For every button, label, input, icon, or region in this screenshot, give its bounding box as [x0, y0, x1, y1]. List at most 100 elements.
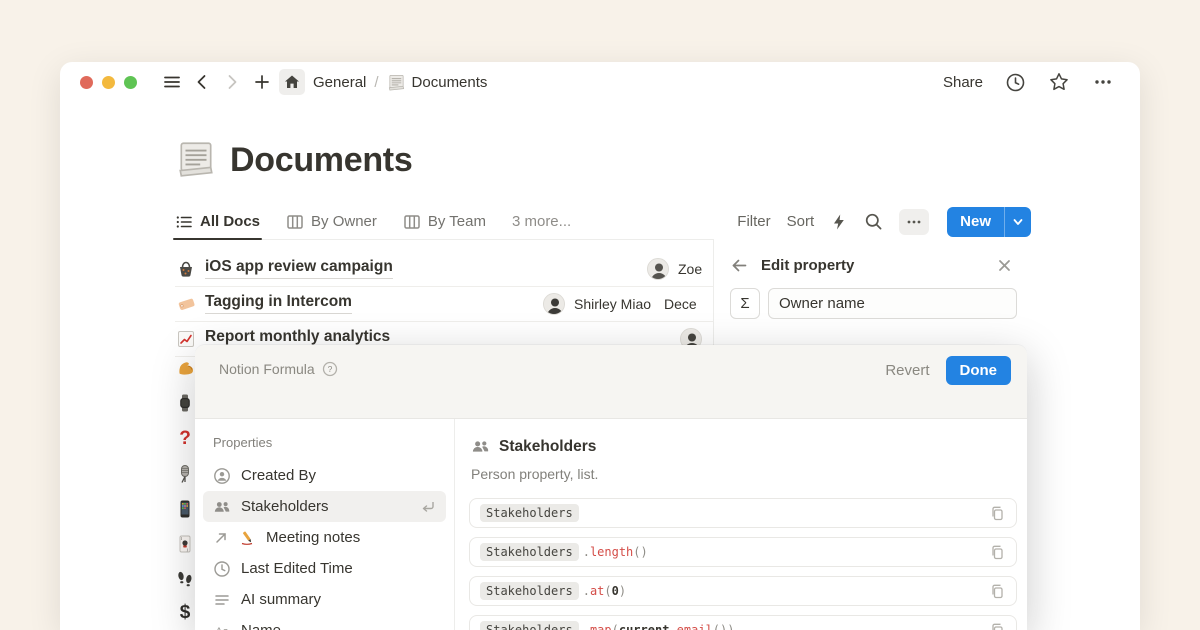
back-icon[interactable] [189, 69, 215, 95]
property-label: AI summary [241, 591, 321, 608]
view-options-button[interactable] [899, 209, 929, 235]
copy-icon[interactable] [989, 583, 1006, 600]
traffic-lights [80, 76, 137, 89]
share-button[interactable]: Share [943, 74, 983, 91]
property-item-ai-summary[interactable]: AI summary [203, 584, 446, 615]
row-title[interactable]: Tagging in Intercom [205, 293, 352, 314]
sort-button[interactable]: Sort [787, 213, 815, 230]
home-icon[interactable] [279, 69, 305, 95]
breadcrumb-section[interactable]: General [313, 74, 366, 91]
code-segment: . [583, 623, 590, 630]
close-icon[interactable] [996, 257, 1013, 274]
list-view-icon [175, 213, 193, 231]
window-chrome: General / Documents Share [60, 62, 1140, 102]
tab-by-owner[interactable]: By Owner [286, 204, 377, 239]
formula-examples: Stakeholders Stakeholders.length() Stake… [469, 498, 1017, 630]
arrow-up-right-icon [213, 530, 229, 546]
page-title[interactable]: Documents [230, 141, 412, 180]
app-window: General / Documents Share Documents [60, 62, 1140, 630]
code-segment: Stakeholders [480, 543, 579, 561]
menu-icon[interactable] [159, 69, 185, 95]
microphone-icon [173, 463, 197, 485]
back-arrow-icon[interactable] [730, 256, 749, 275]
property-label: Last Edited Time [241, 560, 353, 577]
table-row[interactable]: Tagging in Intercom Shirley Miao Dece [175, 287, 713, 322]
formula-example[interactable]: Stakeholders.map(current.email()) [469, 615, 1017, 630]
code-segment: Stakeholders [480, 582, 579, 600]
new-button[interactable]: New [947, 207, 1031, 237]
revert-button[interactable]: Revert [885, 362, 929, 379]
dollar-icon: $ [173, 602, 197, 624]
code-segment: () [633, 545, 647, 559]
help-icon[interactable]: ? [322, 361, 338, 377]
muscle-icon [173, 357, 197, 379]
property-item-meeting-notes[interactable]: Meeting notes [203, 522, 446, 553]
code-segment: . [583, 584, 590, 598]
avatar[interactable] [543, 293, 565, 315]
code-segment: 0 [612, 584, 619, 598]
documents-table: iOS app review campaign Zoe Tagging in I… [175, 252, 713, 357]
formula-sigma-button[interactable]: Σ [730, 288, 760, 319]
property-item-last-edited-time[interactable]: Last Edited Time [203, 553, 446, 584]
people-icon [471, 437, 490, 456]
minimize-window-button[interactable] [102, 76, 115, 89]
code-segment: Stakeholders [480, 504, 579, 522]
copy-icon[interactable] [989, 505, 1006, 522]
view-tabs: All Docs By Owner By Team 3 more... [175, 204, 571, 239]
properties-sidebar: Properties Created By Stakeholders [195, 419, 455, 630]
property-item-stakeholders[interactable]: Stakeholders [203, 491, 446, 522]
clock-icon [213, 560, 231, 578]
code-segment: ()) [713, 623, 735, 630]
person-name: Shirley Miao [574, 296, 651, 312]
search-icon[interactable] [864, 212, 883, 231]
avatar[interactable] [647, 258, 669, 280]
formula-modal: Notion Formula ? Revert Done Properties … [195, 345, 1027, 630]
code-segment: ( [612, 623, 619, 630]
tab-by-team[interactable]: By Team [403, 204, 486, 239]
formula-example[interactable]: Stakeholders.at(0) [469, 576, 1017, 606]
tab-all-docs[interactable]: All Docs [175, 204, 260, 239]
property-name-input[interactable] [768, 288, 1017, 319]
tab-more-views[interactable]: 3 more... [512, 204, 571, 239]
zoom-window-button[interactable] [124, 76, 137, 89]
copy-icon[interactable] [989, 544, 1006, 561]
svg-text:J: J [186, 548, 188, 552]
new-tab-icon[interactable] [249, 69, 275, 95]
tab-label: By Owner [311, 213, 377, 230]
formula-example[interactable]: Stakeholders [469, 498, 1017, 528]
property-item-created-by[interactable]: Created By [203, 460, 446, 491]
code-segment: length [590, 545, 633, 559]
formula-editor-area[interactable]: Notion Formula ? Revert Done [195, 345, 1027, 419]
chevron-down-icon[interactable] [1005, 207, 1031, 237]
done-button[interactable]: Done [946, 356, 1012, 385]
code-segment: . [669, 623, 676, 630]
lines-icon [213, 591, 231, 609]
code-segment: map [590, 623, 612, 630]
tab-label: All Docs [200, 213, 260, 230]
close-window-button[interactable] [80, 76, 93, 89]
panel-title: Edit property [761, 257, 984, 274]
page-icon-document[interactable] [175, 138, 217, 180]
lightning-icon[interactable] [830, 213, 848, 231]
person-name: Zoe [678, 261, 702, 277]
aa-text-icon: Aa [213, 622, 231, 630]
property-label: Name [241, 622, 281, 630]
breadcrumb: General / Documents [313, 73, 487, 92]
tag-icon [176, 294, 196, 314]
clock-icon[interactable] [1005, 72, 1026, 93]
row-title[interactable]: iOS app review campaign [205, 258, 393, 279]
table-row[interactable]: iOS app review campaign Zoe [175, 252, 713, 287]
property-label: Stakeholders [241, 498, 409, 515]
breadcrumb-page[interactable]: Documents [412, 74, 488, 91]
forward-icon[interactable] [219, 69, 245, 95]
copy-icon[interactable] [989, 622, 1006, 630]
star-icon[interactable] [1048, 71, 1070, 93]
property-item-name[interactable]: Aa Name [203, 615, 446, 630]
pen-icon [239, 529, 256, 546]
filter-button[interactable]: Filter [737, 213, 770, 230]
board-view-icon [403, 213, 421, 231]
formula-example[interactable]: Stakeholders.length() [469, 537, 1017, 567]
ellipsis-icon[interactable] [1092, 71, 1114, 93]
detail-description: Person property, list. [471, 466, 1017, 482]
people-icon [213, 498, 231, 516]
